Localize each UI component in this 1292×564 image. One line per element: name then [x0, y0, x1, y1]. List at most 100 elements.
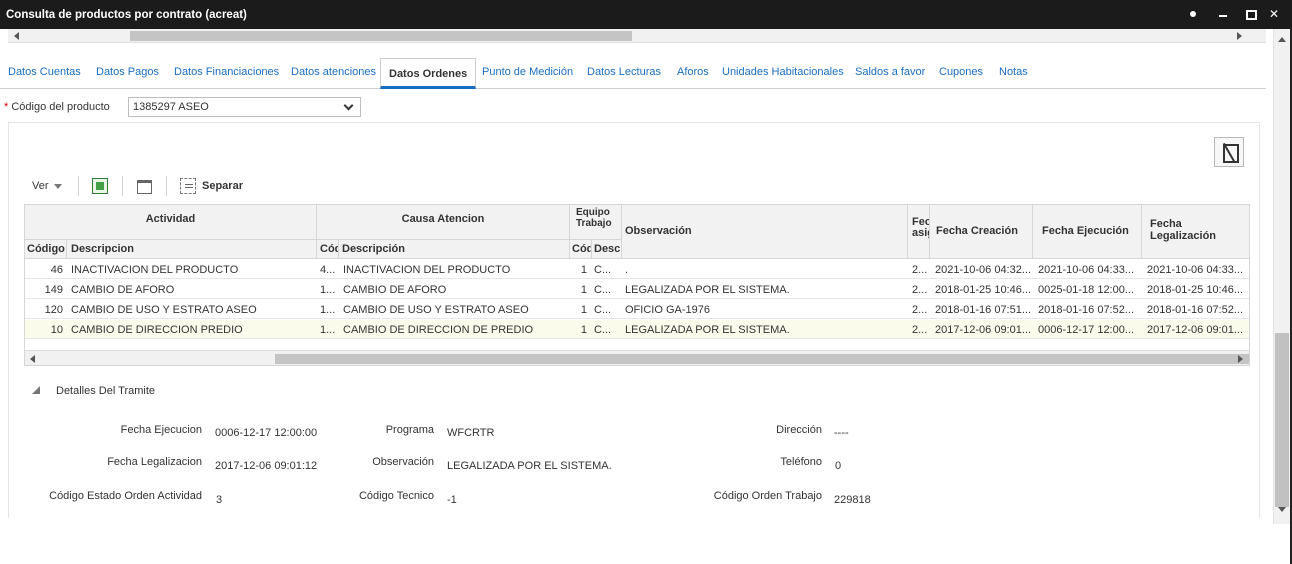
label-codigo-tecnico: Código Tecnico: [358, 490, 434, 502]
label-codigo-estado-orden: Código Estado Orden Actividad: [49, 490, 202, 502]
cell-descripcion: INACTIVACION DEL PRODUCTO: [71, 264, 239, 276]
value-programa: WFCRTR: [447, 427, 495, 439]
table-scrollbar-thumb[interactable]: [275, 354, 1249, 364]
cell-fecha-legalizacion: 2018-01-25 10:46...: [1147, 284, 1244, 296]
scroll-left-icon[interactable]: [28, 354, 38, 364]
cell-fecha-creacion: 2018-01-16 07:51...: [935, 304, 1031, 316]
cell-fecha-asignacion: 2...: [912, 284, 928, 296]
cell-fecha-asignacion: 2...: [912, 264, 928, 276]
cell-causa-descripcion: CAMBIO DE AFORO: [343, 284, 447, 296]
scroll-left-icon[interactable]: [12, 31, 22, 41]
tab-saldos-a-favor[interactable]: Saldos a favor: [855, 66, 925, 78]
header-equipo-codigo[interactable]: Códi: [570, 240, 592, 259]
cell-fecha-legalizacion: 2021-10-06 04:33...: [1147, 264, 1244, 276]
cell-fecha-ejecucion: 2021-10-06 04:33...: [1038, 264, 1135, 276]
header-fecha-asignacion[interactable]: Fecha asignación: [908, 205, 930, 259]
label-direccion: Dirección: [776, 424, 822, 436]
header-equipo-descripcion[interactable]: Desc: [592, 240, 622, 259]
label-fecha-ejecucion: Fecha Ejecucion: [120, 424, 202, 436]
maximize-icon[interactable]: [1242, 6, 1258, 22]
header-causa-codigo[interactable]: Códi: [317, 240, 339, 259]
scroll-right-icon[interactable]: [1234, 31, 1244, 41]
tab-punto-de-medicion[interactable]: Punto de Medición: [482, 66, 573, 78]
cell-causa-codigo: 4...: [320, 264, 336, 276]
cell-codigo: 10: [50, 324, 63, 336]
cell-fecha-ejecucion: 2018-01-16 07:52...: [1038, 304, 1135, 316]
tab-cupones[interactable]: Cupones: [939, 66, 983, 78]
close-icon[interactable]: ✕: [1266, 6, 1282, 22]
label-telefono: Teléfono: [780, 456, 822, 468]
separate-button[interactable]: Separar: [202, 180, 243, 192]
wrap-icon[interactable]: [180, 178, 196, 194]
tab-datos-lecturas[interactable]: Datos Lecturas: [587, 66, 661, 78]
cell-causa-descripcion: CAMBIO DE USO Y ESTRATO ASEO: [343, 304, 529, 316]
product-label: * Código del producto: [4, 101, 110, 113]
tab-aforos[interactable]: Aforos: [677, 66, 709, 78]
scroll-right-icon[interactable]: [1235, 354, 1245, 364]
scroll-down-icon[interactable]: [1278, 507, 1286, 512]
window-title: Consulta de productos por contrato (acre…: [6, 9, 247, 21]
header-descripcion[interactable]: Descripcion: [67, 240, 317, 259]
tab-datos-pagos[interactable]: Datos Pagos: [96, 66, 159, 78]
header-fecha-creacion[interactable]: Fecha Creación: [930, 205, 1033, 259]
toolbar-separator: [78, 176, 79, 196]
cell-causa-descripcion: CAMBIO DE DIRECCION DE PREDIO: [343, 324, 534, 336]
cell-causa-codigo: 1...: [320, 284, 336, 296]
required-mark: *: [4, 101, 9, 113]
cell-equipo-codigo: 1: [580, 304, 587, 316]
header-group-equipo: Equipo Trabajo: [570, 205, 622, 240]
header-codigo[interactable]: Código: [25, 240, 67, 259]
toolbar-separator: [166, 176, 167, 196]
cell-observacion: LEGALIZADA POR EL SISTEMA.: [625, 324, 790, 336]
table-row-selected[interactable]: 10 CAMBIO DE DIRECCION PREDIO 1... CAMBI…: [25, 320, 1249, 339]
header-fecha-legalizacion[interactable]: Fecha Legalización: [1142, 205, 1249, 259]
header-causa-descripcion[interactable]: Descripción: [339, 240, 570, 259]
label-observacion: Observación: [372, 456, 434, 468]
caret-down-icon: [53, 183, 62, 189]
scrollbar-thumb[interactable]: [130, 31, 632, 41]
cell-codigo: 149: [44, 284, 63, 296]
scroll-up-icon[interactable]: [1278, 37, 1286, 42]
table-row[interactable]: 149 CAMBIO DE AFORO 1... CAMBIO DE AFORO…: [25, 280, 1249, 299]
cell-descripcion: CAMBIO DE AFORO: [71, 284, 175, 296]
tab-bar: Datos Cuentas Datos Pagos Datos Financia…: [0, 58, 1266, 89]
cell-fecha-ejecucion: 0025-01-18 12:00...: [1038, 284, 1135, 296]
vertical-scrollbar-thumb[interactable]: [1275, 333, 1289, 507]
tab-unidades-habitacionales[interactable]: Unidades Habitacionales: [722, 66, 844, 78]
cell-causa-codigo: 1...: [320, 324, 336, 336]
header-fecha-ejecucion[interactable]: Fecha Ejecución: [1033, 205, 1142, 259]
tab-datos-atenciones[interactable]: Datos atenciones: [291, 66, 376, 78]
freeze-columns-icon[interactable]: [136, 178, 152, 194]
cell-fecha-creacion: 2017-12-06 09:01...: [935, 324, 1031, 336]
value-codigo-tecnico: -1: [447, 494, 457, 506]
label-codigo-orden-trabajo: Código Orden Trabajo: [713, 490, 822, 502]
tab-datos-financiaciones[interactable]: Datos Financiaciones: [174, 66, 279, 78]
cell-equipo-descripcion: C...: [594, 304, 612, 316]
view-menu-label: Ver: [32, 180, 49, 192]
cell-fecha-ejecucion: 0006-12-17 12:00...: [1038, 324, 1135, 336]
tab-datos-cuentas[interactable]: Datos Cuentas: [8, 66, 81, 78]
product-select-value: 1385297 ASEO: [133, 101, 209, 113]
view-menu[interactable]: Ver: [32, 180, 62, 192]
tab-datos-ordenes[interactable]: Datos Ordenes: [380, 58, 477, 89]
settings-icon[interactable]: [1185, 6, 1201, 22]
disclosure-triangle-icon[interactable]: [32, 386, 40, 394]
minimize-icon[interactable]: [1215, 6, 1231, 22]
cell-fecha-creacion: 2021-10-06 04:32...: [935, 264, 1031, 276]
product-select[interactable]: 1385297 ASEO: [128, 97, 361, 117]
tab-notas[interactable]: Notas: [999, 66, 1028, 78]
cell-causa-codigo: 1...: [320, 304, 336, 316]
detach-icon[interactable]: [1214, 137, 1244, 167]
header-observacion[interactable]: Observación: [622, 205, 908, 259]
cell-equipo-codigo: 1: [580, 284, 587, 296]
vertical-scrollbar[interactable]: [1273, 29, 1290, 524]
export-excel-icon[interactable]: [92, 178, 108, 194]
table-horizontal-scrollbar[interactable]: [25, 350, 1249, 365]
table-row[interactable]: 46 INACTIVACION DEL PRODUCTO 4... INACTI…: [25, 260, 1249, 279]
top-horizontal-scrollbar[interactable]: [8, 29, 1266, 43]
value-direccion: ----: [834, 427, 849, 439]
table-row[interactable]: 120 CAMBIO DE USO Y ESTRATO ASEO 1... CA…: [25, 300, 1249, 319]
cell-fecha-asignacion: 2...: [912, 324, 928, 336]
cell-equipo-codigo: 1: [580, 264, 587, 276]
app-window: Consulta de productos por contrato (acre…: [0, 0, 1292, 564]
